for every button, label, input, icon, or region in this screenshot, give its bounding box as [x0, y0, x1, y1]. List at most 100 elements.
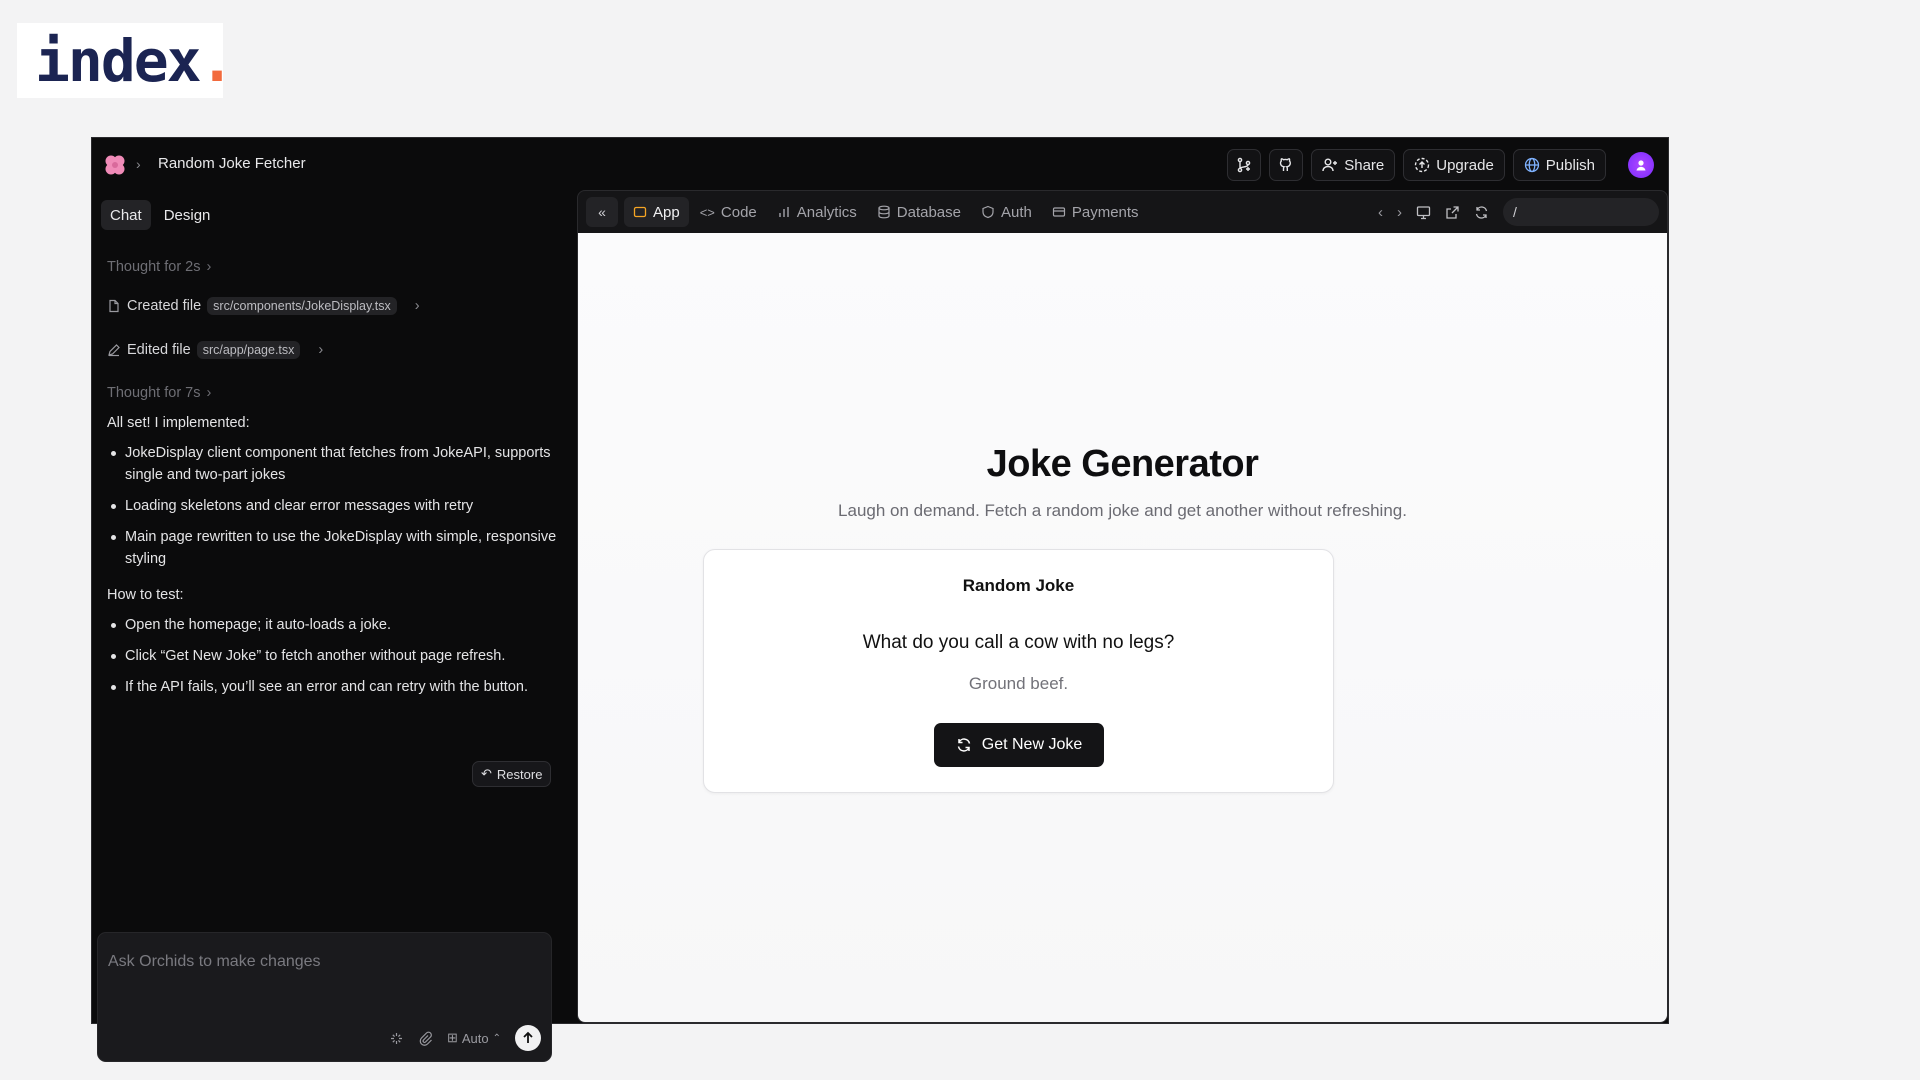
- orchids-logo-icon[interactable]: [104, 154, 126, 176]
- chat-log: Thought for 2s › Created file src/compon…: [107, 256, 557, 707]
- restore-label: Restore: [496, 766, 543, 782]
- pencil-icon: [108, 344, 120, 357]
- get-new-joke-button[interactable]: Get New Joke: [934, 723, 1104, 767]
- tab-analytics-label: Analytics: [796, 203, 857, 221]
- chat-composer: ⊞ Auto ⌃: [97, 932, 552, 1062]
- publish-button[interactable]: Publish: [1512, 149, 1606, 181]
- created-file-path: src/components/JokeDisplay.tsx: [207, 297, 397, 315]
- list-item: If the API fails, you’ll see an error an…: [107, 676, 557, 698]
- implemented-list: JokeDisplay client component that fetche…: [107, 442, 557, 570]
- logo-dot: .: [199, 26, 235, 95]
- edited-file-path: src/app/page.tsx: [196, 341, 301, 359]
- shield-icon: [982, 205, 994, 219]
- arrow-up-icon: [523, 1031, 533, 1043]
- external-link-icon[interactable]: [1445, 205, 1460, 220]
- upgrade-button[interactable]: Upgrade: [1403, 149, 1505, 181]
- tab-payments-label: Payments: [1071, 203, 1139, 221]
- list-item: Main page rewritten to use the JokeDispl…: [107, 526, 557, 570]
- edited-file-row[interactable]: Edited file src/app/page.tsx ›: [107, 338, 557, 362]
- grid-icon: ⊞: [446, 1030, 458, 1045]
- share-label: Share: [1344, 156, 1385, 174]
- monitor-icon[interactable]: [1416, 205, 1431, 220]
- tab-analytics[interactable]: Analytics: [768, 197, 866, 227]
- left-tabs: Chat Design: [101, 200, 219, 230]
- sparkle-icon[interactable]: [389, 1031, 404, 1046]
- database-icon: [878, 205, 890, 219]
- list-item: JokeDisplay client component that fetche…: [107, 442, 557, 486]
- joke-card: Random Joke What do you call a cow with …: [703, 549, 1334, 793]
- code-icon: <>: [699, 204, 715, 220]
- publish-label: Publish: [1545, 156, 1595, 174]
- credit-card-icon: [1052, 207, 1065, 217]
- tab-payments[interactable]: Payments: [1043, 197, 1148, 227]
- github-icon: [1280, 158, 1292, 171]
- top-actions: Share Upgrade Publish: [1227, 149, 1654, 181]
- joke-setup: What do you call a cow with no legs?: [862, 632, 1175, 653]
- page-title: Joke Generator: [986, 443, 1259, 485]
- tab-auth[interactable]: Auth: [972, 197, 1041, 227]
- chevron-up-icon: ⌃: [492, 1032, 501, 1044]
- paperclip-icon[interactable]: [418, 1031, 433, 1046]
- list-item: Click “Get New Joke” to fetch another wi…: [107, 645, 557, 667]
- tab-chat[interactable]: Chat: [101, 200, 151, 230]
- project-title[interactable]: Random Joke Fetcher: [158, 155, 306, 172]
- preview-controls: ‹ › /: [1378, 198, 1659, 226]
- double-chevron-left-icon: «: [598, 204, 606, 220]
- refresh-icon[interactable]: [1474, 205, 1489, 220]
- thought-label: Thought for 2s: [107, 259, 201, 275]
- list-item: Loading skeletons and clear error messag…: [107, 495, 557, 517]
- preview-toolbar: « App <> Code Analytics Database Auth Pa…: [578, 191, 1667, 233]
- mode-label: Auto: [461, 1030, 489, 1046]
- tab-app-label: App: [653, 203, 680, 221]
- file-icon: [109, 299, 119, 313]
- created-file-label: Created file: [127, 298, 202, 314]
- tab-code[interactable]: <> Code: [691, 197, 766, 227]
- tab-code-label: Code: [720, 203, 757, 221]
- share-button[interactable]: Share: [1311, 149, 1396, 181]
- app-preview: Joke Generator Laugh on demand. Fetch a …: [578, 233, 1667, 1022]
- url-bar[interactable]: /: [1503, 198, 1659, 226]
- card-title: Random Joke: [962, 576, 1075, 595]
- upgrade-label: Upgrade: [1436, 156, 1494, 174]
- refresh-icon: [957, 738, 970, 752]
- composer-tools: ⊞ Auto ⌃: [389, 1025, 541, 1051]
- github-button[interactable]: [1269, 149, 1304, 181]
- upgrade-icon: [1415, 157, 1430, 173]
- chat-input[interactable]: [108, 953, 538, 971]
- git-branch-button[interactable]: [1227, 149, 1262, 181]
- top-bar: › Random Joke Fetcher Share Upgrade Publ…: [92, 138, 1668, 190]
- forward-arrow-icon[interactable]: ›: [1397, 204, 1402, 221]
- undo-icon: ↶: [481, 766, 492, 781]
- chevron-right-icon: ›: [318, 342, 324, 358]
- tab-database[interactable]: Database: [868, 197, 970, 227]
- thought-toggle-1[interactable]: Thought for 2s ›: [107, 256, 557, 278]
- tab-database-label: Database: [896, 203, 961, 221]
- chevron-right-icon: ›: [206, 259, 212, 275]
- summary-intro: All set! I implemented:: [107, 415, 250, 431]
- chat-panel: Chat Design Thought for 2s › Created fil…: [92, 190, 576, 1062]
- index-logo: index.: [17, 23, 235, 98]
- tab-design[interactable]: Design: [155, 200, 220, 230]
- created-file-row[interactable]: Created file src/components/JokeDisplay.…: [107, 294, 557, 318]
- mode-selector[interactable]: ⊞ Auto ⌃: [447, 1030, 501, 1046]
- edited-file-label: Edited file: [127, 342, 191, 358]
- test-list: Open the homepage; it auto-loads a joke.…: [107, 614, 557, 698]
- thought-toggle-2[interactable]: Thought for 7s ›: [107, 382, 557, 404]
- thought-label: Thought for 7s: [107, 385, 201, 401]
- globe-icon: [1524, 157, 1539, 173]
- tab-auth-label: Auth: [1001, 203, 1032, 221]
- app-window: › Random Joke Fetcher Share Upgrade Publ…: [91, 137, 1669, 1062]
- back-arrow-icon[interactable]: ‹: [1378, 204, 1383, 221]
- send-button[interactable]: [515, 1025, 541, 1051]
- user-avatar[interactable]: [1628, 152, 1654, 178]
- chevron-right-icon: ›: [414, 298, 420, 314]
- add-user-icon: [1322, 158, 1338, 172]
- bar-chart-icon: [779, 207, 789, 217]
- tab-app[interactable]: App: [624, 197, 689, 227]
- logo-text: index.: [35, 26, 235, 95]
- restore-button[interactable]: ↶ Restore: [472, 761, 552, 787]
- collapse-panel-button[interactable]: «: [586, 197, 618, 227]
- page-subtitle: Laugh on demand. Fetch a random joke and…: [838, 501, 1407, 520]
- app-window-icon: [633, 206, 647, 218]
- breadcrumb-chevron-icon: ›: [136, 156, 141, 172]
